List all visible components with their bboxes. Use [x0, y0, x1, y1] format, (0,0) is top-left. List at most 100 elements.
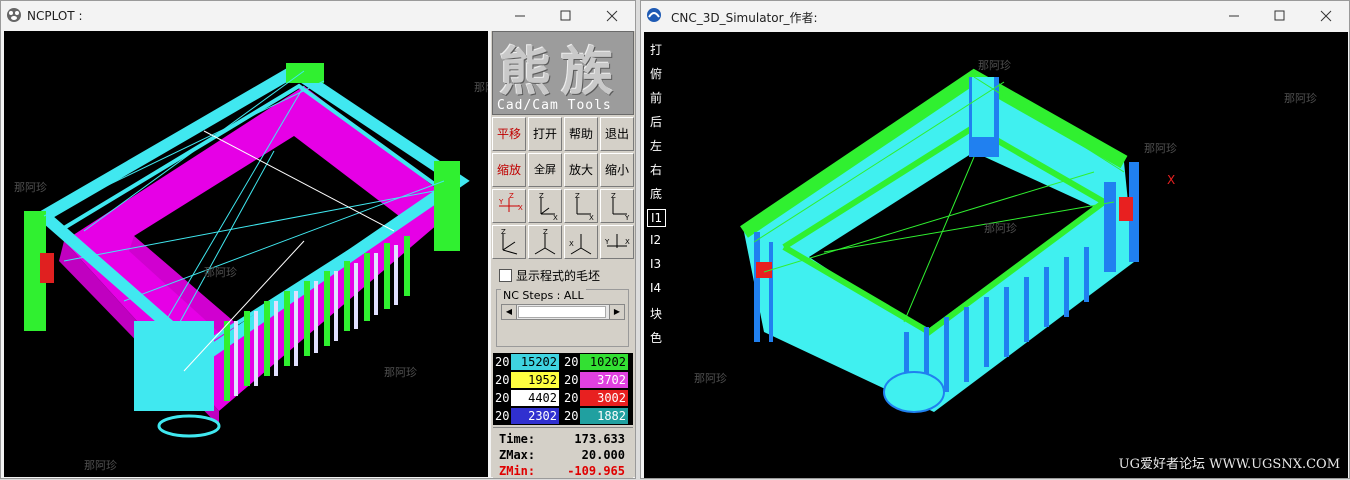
x-axis-label: X — [1167, 173, 1175, 187]
view-button-1[interactable]: YZX — [492, 189, 526, 223]
view-xzy-icon: X — [569, 234, 592, 255]
close-icon — [606, 10, 618, 22]
view-zxy-icon: Z — [501, 228, 518, 255]
color-prefix: 20 — [564, 391, 579, 405]
window-title: NCPLOT : — [27, 9, 83, 23]
view-menu-item[interactable]: I4 — [650, 281, 661, 295]
maximize-icon — [1274, 10, 1285, 21]
color-value: 1882 — [580, 408, 628, 424]
color-row: 20 1952 20 3702 — [493, 371, 633, 389]
watermark: 那阿珍 — [978, 59, 1011, 72]
minimize-button[interactable] — [1211, 1, 1257, 31]
svg-text:X: X — [569, 240, 574, 248]
logo-subtitle: Cad/Cam Tools — [497, 98, 612, 113]
view-menu-item[interactable]: 色 — [650, 329, 662, 346]
view-button-6[interactable]: Z — [528, 225, 562, 259]
svg-text:X: X — [589, 214, 594, 222]
view-menu-item[interactable]: 块 — [650, 305, 662, 322]
color-prefix: 20 — [495, 391, 510, 405]
window-title: CNC_3D_Simulator_作者: — [671, 11, 818, 25]
watermark: 那阿珍 — [984, 222, 1017, 235]
control-panel: 熊族 Cad/Cam Tools 平移 打开 帮助 退出 缩放 全屏幕 放大 缩… — [491, 31, 635, 478]
color-prefix: 20 — [495, 409, 510, 423]
view-menu-item[interactable]: 前 — [650, 89, 662, 106]
forum-footer: UG爱好者论坛 WWW.UGSNX.COM — [1118, 457, 1340, 472]
help-button[interactable]: 帮助 — [564, 117, 598, 151]
color-row: 20 4402 20 3002 — [493, 389, 633, 407]
toolpath-viewport[interactable]: 那阿珍 那阿珍 那阿珍 那阿珍 那阿珍 那阿珍 — [4, 31, 488, 477]
nc-steps-group: NC Steps : ALL ◀ ▶ — [496, 289, 629, 347]
scroll-right-arrow-icon[interactable]: ▶ — [609, 305, 624, 319]
watermark: 那阿珍 — [14, 181, 47, 194]
maximize-button[interactable] — [543, 1, 589, 31]
nc-steps-label: NC Steps : ALL — [501, 289, 586, 302]
view-button-2[interactable]: ZX — [528, 189, 562, 223]
view-button-8[interactable]: YX — [600, 225, 634, 259]
watermark: 那阿珍 — [384, 366, 417, 379]
stat-row: ZMax: 20.000 — [499, 448, 627, 464]
view-menu-item[interactable]: 右 — [650, 161, 662, 178]
view-menu-item[interactable]: 底 — [650, 185, 662, 202]
svg-text:Z: Z — [539, 192, 544, 200]
watermark: 那阿珍 — [84, 459, 117, 472]
title-bar[interactable]: NCPLOT : — [1, 1, 635, 31]
maximize-button[interactable] — [1257, 1, 1303, 31]
view-zyx-icon: ZX — [539, 192, 558, 222]
exit-button[interactable]: 退出 — [600, 117, 634, 151]
scroll-thumb[interactable] — [518, 306, 606, 318]
color-prefix: 20 — [564, 409, 579, 423]
view-menu-item[interactable]: 左 — [650, 137, 662, 154]
stat-key: ZMin: — [499, 464, 536, 478]
close-button[interactable] — [1303, 1, 1349, 31]
color-row: 20 15202 20 10202 — [493, 353, 633, 371]
checkbox-box[interactable] — [499, 269, 512, 282]
minimize-icon — [1229, 15, 1239, 17]
svg-text:Z: Z — [611, 192, 616, 200]
color-prefix: 20 — [495, 373, 510, 387]
color-value: 2302 — [511, 408, 559, 424]
zoom-out-button[interactable]: 缩小 — [600, 153, 634, 187]
scroll-left-arrow-icon[interactable]: ◀ — [502, 305, 517, 319]
fullscreen-button[interactable]: 全屏幕 — [528, 153, 562, 208]
show-stock-checkbox[interactable]: 显示程式的毛坯 — [499, 267, 600, 284]
view-menu-item[interactable]: 后 — [650, 113, 662, 130]
view-menu-item[interactable]: I1 — [647, 209, 667, 227]
svg-text:Y: Y — [498, 198, 504, 206]
color-value: 10202 — [580, 354, 628, 370]
toolpath-graphic: 那阿珍 那阿珍 那阿珍 那阿珍 那阿珍 那阿珍 — [14, 63, 488, 472]
view-menu-item[interactable]: I3 — [650, 257, 661, 271]
view-zxy2-icon: Z — [534, 228, 556, 255]
close-button[interactable] — [589, 1, 635, 31]
stat-value: 173.633 — [574, 432, 625, 446]
color-prefix: 20 — [564, 355, 579, 369]
view-menu-item[interactable]: 打 — [650, 41, 662, 58]
simulation-viewport[interactable]: 打俯前后左右底 I1 I2 I3 I4 块色 X 那阿珍 那阿珍 那阿珍 那阿珍… — [644, 32, 1348, 478]
view-menu-item[interactable]: 俯 — [650, 65, 662, 82]
view-button-3[interactable]: ZX — [564, 189, 598, 223]
zoom-in-button[interactable]: 放大 — [564, 153, 598, 187]
pan-button[interactable]: 平移 — [492, 117, 526, 151]
zoom-button[interactable]: 缩放 — [492, 153, 526, 187]
minimize-icon — [515, 15, 525, 17]
view-zy-icon: ZY — [611, 192, 630, 222]
title-bar[interactable]: CNC_3D_Simulator_作者: — [641, 1, 1349, 31]
view-button-5[interactable]: Z — [492, 225, 526, 259]
view-yzx2-icon: YX — [604, 234, 630, 248]
open-button[interactable]: 打开 — [528, 117, 562, 151]
minimize-button[interactable] — [497, 1, 543, 31]
svg-text:X: X — [553, 214, 558, 222]
app-icon — [647, 8, 661, 22]
svg-text:Z: Z — [575, 192, 580, 200]
logo-title: 熊族 — [499, 42, 624, 103]
view-button-4[interactable]: ZY — [600, 189, 634, 223]
view-button-7[interactable]: X — [564, 225, 598, 259]
app-icon — [7, 8, 21, 22]
view-menu-item[interactable]: I2 — [650, 233, 661, 247]
watermark: 那阿珍 — [694, 372, 727, 385]
nc-steps-scrollbar[interactable]: ◀ ▶ — [501, 304, 625, 320]
color-value: 3002 — [580, 390, 628, 406]
logo: 熊族 Cad/Cam Tools — [492, 31, 634, 115]
stat-value: 20.000 — [581, 448, 625, 462]
stat-key: Time: — [499, 432, 536, 446]
svg-text:X: X — [625, 238, 630, 246]
